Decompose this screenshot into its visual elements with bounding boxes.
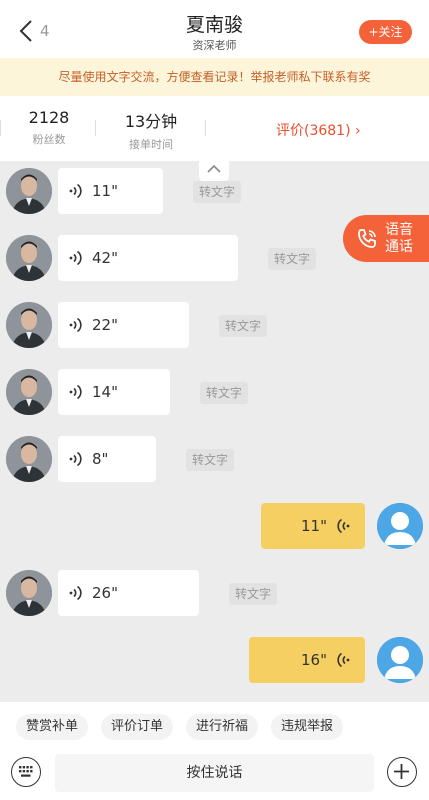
voice-duration: 42" bbox=[92, 249, 118, 267]
voice-call-button[interactable]: 语音 通话 bbox=[343, 215, 429, 262]
user-avatar[interactable] bbox=[377, 637, 423, 683]
convert-to-text-button[interactable]: 转文字 bbox=[200, 382, 249, 404]
response-value: 13分钟 bbox=[124, 112, 178, 131]
voice-message-bubble[interactable]: 11" bbox=[58, 168, 163, 214]
rating-label: 评价(3681) bbox=[276, 123, 351, 139]
voice-message-bubble[interactable]: 42" bbox=[58, 235, 238, 281]
teacher-avatar[interactable] bbox=[6, 369, 52, 415]
convert-to-text-button[interactable]: 转文字 bbox=[186, 449, 235, 471]
teacher-avatar[interactable] bbox=[6, 235, 52, 281]
response-stat: 13分钟 接单时间 bbox=[120, 108, 182, 152]
rating-link[interactable]: 评价(3681) › bbox=[276, 120, 361, 140]
teacher-avatar[interactable] bbox=[6, 570, 52, 616]
voice-wave-icon bbox=[69, 451, 82, 467]
voice-message-bubble[interactable]: 16" bbox=[249, 637, 365, 683]
convert-to-text-button[interactable]: 转文字 bbox=[229, 583, 278, 605]
fans-label: 粉丝数 bbox=[32, 133, 66, 146]
follow-button[interactable]: +关注 bbox=[359, 20, 412, 44]
user-avatar[interactable] bbox=[377, 503, 423, 549]
divider bbox=[205, 120, 206, 136]
voice-message-bubble[interactable]: 8" bbox=[58, 436, 156, 482]
phone-icon bbox=[358, 228, 376, 248]
voice-wave-icon bbox=[69, 250, 82, 266]
message-row: 8" 转文字 bbox=[0, 436, 429, 486]
response-label: 接单时间 bbox=[129, 138, 173, 151]
convert-to-text-button[interactable]: 转文字 bbox=[193, 181, 242, 203]
fans-stat: 2128 粉丝数 bbox=[26, 108, 72, 147]
message-row: 16" bbox=[0, 637, 429, 687]
voice-message-bubble[interactable]: 26" bbox=[58, 570, 199, 616]
keyboard-icon[interactable] bbox=[11, 757, 41, 787]
convert-to-text-button[interactable]: 转文字 bbox=[268, 248, 317, 270]
voice-wave-icon bbox=[337, 652, 350, 668]
voice-duration: 8" bbox=[92, 450, 109, 468]
voice-message-bubble[interactable]: 14" bbox=[58, 369, 170, 415]
voice-wave-icon bbox=[337, 518, 350, 534]
teacher-avatar[interactable] bbox=[6, 436, 52, 482]
voice-duration: 16" bbox=[301, 651, 327, 669]
notice-banner: 尽量使用文字交流，方便查看记录！举报老师私下联系有奖 bbox=[0, 58, 429, 96]
message-row: 26" 转文字 bbox=[0, 570, 429, 620]
message-row: 11" bbox=[0, 503, 429, 553]
convert-to-text-button[interactable]: 转文字 bbox=[219, 315, 268, 337]
voice-message-bubble[interactable]: 22" bbox=[58, 302, 189, 348]
message-row: 11" 转文字 bbox=[0, 168, 429, 218]
teacher-avatar[interactable] bbox=[6, 302, 52, 348]
voice-duration: 11" bbox=[301, 517, 327, 535]
voice-call-label-1: 语音 bbox=[385, 221, 413, 238]
stats-bar: 2128 粉丝数 13分钟 接单时间 评价(3681) › bbox=[0, 96, 429, 161]
quick-action-review[interactable]: 评价订单 bbox=[101, 714, 173, 740]
teacher-avatar[interactable] bbox=[6, 168, 52, 214]
fans-value: 2128 bbox=[28, 108, 70, 127]
voice-call-label-2: 通话 bbox=[385, 238, 413, 255]
voice-wave-icon bbox=[69, 183, 82, 199]
hold-to-talk-button[interactable]: 按住说话 bbox=[55, 754, 374, 792]
voice-duration: 22" bbox=[92, 316, 118, 334]
divider bbox=[0, 120, 1, 136]
voice-duration: 14" bbox=[92, 383, 118, 401]
quick-action-blessing[interactable]: 进行祈福 bbox=[186, 714, 258, 740]
voice-wave-icon bbox=[69, 317, 82, 333]
voice-duration: 11" bbox=[92, 182, 118, 200]
message-row: 14" 转文字 bbox=[0, 369, 429, 419]
voice-message-bubble[interactable]: 11" bbox=[261, 503, 365, 549]
plus-icon[interactable] bbox=[387, 757, 417, 787]
voice-duration: 26" bbox=[92, 584, 118, 602]
divider bbox=[95, 120, 96, 136]
quick-action-report[interactable]: 违规举报 bbox=[271, 714, 343, 740]
message-row: 22" 转文字 bbox=[0, 302, 429, 352]
voice-wave-icon bbox=[69, 585, 82, 601]
bottom-bar: 赞赏补单 评价订单 进行祈福 违规举报 按住说话 bbox=[0, 702, 429, 800]
header: 4 夏南骏 资深老师 +关注 bbox=[0, 0, 429, 58]
chevron-right-icon: › bbox=[355, 123, 361, 139]
quick-action-reward[interactable]: 赞赏补单 bbox=[16, 714, 88, 740]
voice-wave-icon bbox=[69, 384, 82, 400]
